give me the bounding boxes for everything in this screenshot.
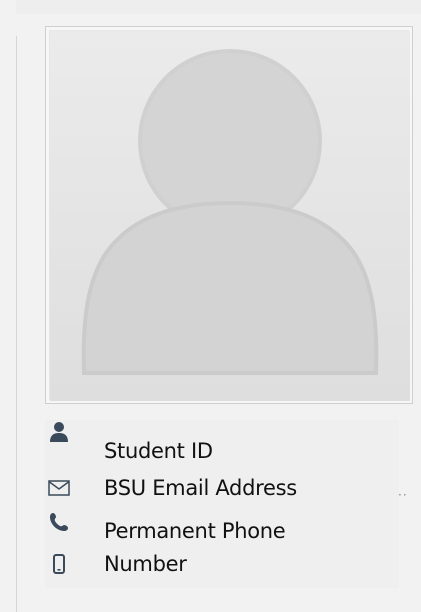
- left-divider: [16, 36, 17, 612]
- person-icon: [50, 422, 68, 442]
- contact-info-panel: Student ID BSU Email Address Permanent P…: [45, 420, 399, 588]
- student-id-label: Student ID: [104, 439, 213, 463]
- mail-icon: [48, 480, 70, 496]
- top-shade: [16, 0, 421, 14]
- profile-photo-placeholder: [45, 26, 413, 404]
- email-label: BSU Email Address: [104, 476, 297, 500]
- permanent-phone-label: Permanent Phone: [104, 519, 286, 543]
- number-label: Number: [104, 552, 187, 576]
- phone-icon: [50, 513, 68, 531]
- avatar-placeholder-icon: [50, 31, 410, 401]
- mobile-icon: [53, 554, 65, 574]
- more-indicator: ··: [398, 488, 408, 502]
- contact-card-page: Student ID BSU Email Address Permanent P…: [0, 0, 421, 612]
